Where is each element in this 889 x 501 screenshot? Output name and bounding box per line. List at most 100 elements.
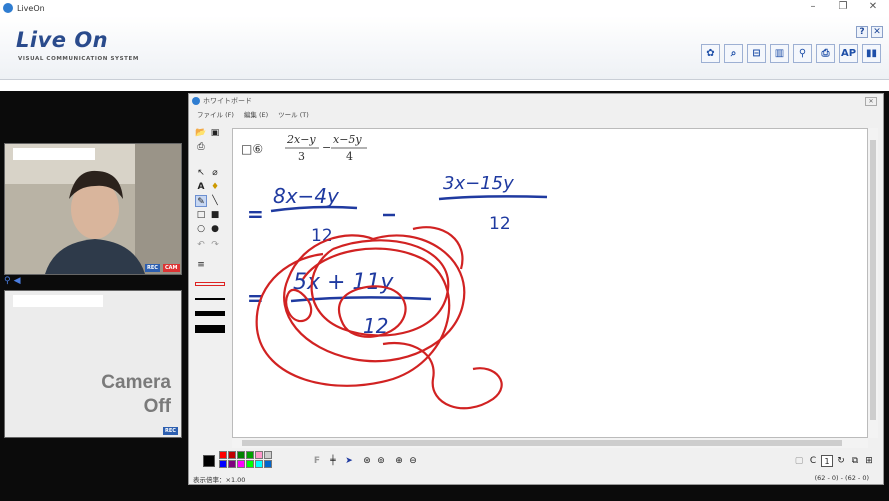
cam-badge: CAM	[163, 264, 180, 272]
whiteboard-title: ホワイトボード	[203, 97, 252, 105]
whiteboard-canvas[interactable]: □⑥ 2x−y 3 − x−5y 4 = 8x−4y 12 3x−15y 12 …	[232, 128, 868, 438]
undo-icon[interactable]: ↶	[195, 239, 207, 251]
open-folder-icon[interactable]: 📂	[195, 127, 207, 139]
line-width-3[interactable]	[195, 311, 225, 316]
color-swatch[interactable]	[228, 451, 236, 459]
liveon-logo: Live On	[16, 28, 109, 52]
stamp-icon[interactable]: ♦	[209, 181, 221, 193]
minimize-button[interactable]: –	[798, 0, 828, 16]
whiteboard-window: ホワイトボード ✕ ファイル (F) 編集 (E) ツール (T) 📂 ▣ ⎙ …	[188, 93, 884, 485]
canvas-horizontal-scrollbar[interactable]	[232, 438, 868, 448]
pointer-icon[interactable]: ➤	[343, 455, 355, 467]
page-clear-icon[interactable]: C	[807, 455, 819, 467]
cursor-coordinates: (62 - 0) - (62 - 0)	[814, 474, 869, 482]
whiteboard-bottom-toolbar: F ╪ ➤ ⊛ ⊚ ⊕ ⊖ ▢ C 1 ↻ ⧉ ⊞	[193, 451, 881, 473]
gear-icon[interactable]: ✿	[701, 44, 720, 63]
page-rotate-icon[interactable]: ↻	[835, 455, 847, 467]
bars-icon[interactable]: ▮▮	[862, 44, 881, 63]
restore-button[interactable]: ❐	[828, 0, 858, 16]
handwriting-layer: □⑥ 2x−y 3 − x−5y 4 = 8x−4y 12 3x−15y 12 …	[241, 133, 548, 410]
video1-controls: ⚲ ◀	[4, 275, 21, 287]
printed-fraction-a-denominator: 3	[298, 150, 305, 163]
select-arrow-icon[interactable]: ↖	[195, 167, 207, 179]
zoom-in-icon[interactable]: ⊕	[393, 455, 405, 467]
ellipse-icon[interactable]: ○	[195, 223, 207, 235]
color-swatch[interactable]	[219, 460, 227, 468]
rec-badge: REC	[163, 427, 178, 435]
color-swatch[interactable]	[255, 460, 263, 468]
pen-tool-icon[interactable]: ✎	[195, 195, 207, 207]
printed-minus: −	[322, 141, 331, 154]
participant-name-label	[13, 148, 95, 160]
hand-fraction-1-numerator: 8x−4y	[273, 184, 340, 208]
menu-lines-icon[interactable]: ≡	[195, 259, 207, 271]
page-add-icon[interactable]: ⊞	[863, 455, 875, 467]
camera-off-text: Camera Off	[101, 372, 171, 417]
ap-icon[interactable]: AP	[839, 44, 858, 63]
window-titlebar: LiveOn	[0, 0, 889, 16]
line-width-2[interactable]	[195, 298, 225, 300]
page-number-field[interactable]: 1	[821, 455, 833, 467]
save-icon[interactable]: ▣	[209, 127, 221, 139]
vertical-scroll-thumb[interactable]	[870, 140, 876, 420]
whiteboard-statusbar: 表示倍率：×1.00 (62 - 0) - (62 - 0)	[189, 472, 883, 484]
canvas-vertical-scrollbar[interactable]	[868, 128, 878, 438]
color-swatch[interactable]	[264, 460, 272, 468]
whiteboard-close-button[interactable]: ✕	[865, 97, 877, 106]
filled-rectangle-icon[interactable]: ■	[209, 209, 221, 221]
menu-edit[interactable]: 編集 (E)	[244, 109, 268, 119]
whiteboard-menubar: ファイル (F) 編集 (E) ツール (T)	[189, 108, 883, 120]
help-button[interactable]: ?	[856, 26, 868, 38]
whiteboard-tool-palette: 📂 ▣ ⎙ ↖ ⌀ A ♦ ✎ ╲ □ ■ ○ ● ↶ ↷ ≡	[193, 127, 229, 452]
redo-icon[interactable]: ↷	[209, 239, 221, 251]
color-swatch[interactable]	[246, 451, 254, 459]
participant-name-label	[13, 295, 103, 307]
header-close-button[interactable]: ✕	[871, 26, 883, 38]
color-swatch[interactable]	[219, 451, 227, 459]
document-icon[interactable]: ⎙	[816, 44, 835, 63]
close-window-button[interactable]: ✕	[858, 0, 888, 16]
rectangle-icon[interactable]: □	[195, 209, 207, 221]
color-swatch[interactable]	[264, 451, 272, 459]
zoom-fit-icon[interactable]: ⊛	[361, 455, 373, 467]
printed-fraction-b-numerator: x−5y	[333, 133, 362, 146]
zoom-out-icon[interactable]: ⊖	[407, 455, 419, 467]
speaker-icon[interactable]: ◀	[14, 276, 21, 286]
menu-tools[interactable]: ツール (T)	[278, 109, 309, 119]
zoom-icon[interactable]: ⚲	[793, 44, 812, 63]
filled-ellipse-icon[interactable]: ●	[209, 223, 221, 235]
chart-icon[interactable]: ▥	[770, 44, 789, 63]
grid-icon[interactable]: ╪	[327, 455, 339, 467]
color-swatch[interactable]	[228, 460, 236, 468]
color-swatch[interactable]	[237, 460, 245, 468]
zoom-level: 表示倍率：×1.00	[193, 476, 246, 484]
color-swatch[interactable]	[255, 451, 263, 459]
rec-badge: REC	[145, 264, 160, 272]
print-icon[interactable]: ⎙	[195, 141, 207, 153]
bookmark-icon[interactable]: ⊟	[747, 44, 766, 63]
color-swatch[interactable]	[237, 451, 245, 459]
text-tool-icon[interactable]: A	[195, 181, 207, 193]
line-width-4[interactable]	[195, 325, 225, 333]
app-header: Live On VISUAL COMMUNICATION SYSTEM ? ✕ …	[0, 16, 889, 80]
whiteboard-icon	[192, 97, 200, 105]
mic-icon[interactable]: ⚲	[4, 276, 11, 286]
line-width-thin-selected[interactable]	[195, 282, 225, 286]
font-icon[interactable]: F	[311, 455, 323, 467]
search-icon[interactable]: ⌕	[724, 44, 743, 63]
eraser-icon[interactable]: ⌀	[209, 167, 221, 179]
zoom-reset-icon[interactable]: ⊚	[375, 455, 387, 467]
line-tool-icon[interactable]: ╲	[209, 195, 221, 207]
menu-file[interactable]: ファイル (F)	[197, 109, 234, 119]
current-color-swatch[interactable]	[203, 455, 215, 467]
participant-video-1[interactable]: REC CAM	[4, 143, 182, 275]
whiteboard-titlebar: ホワイトボード	[189, 94, 883, 108]
logo-subtitle: VISUAL COMMUNICATION SYSTEM	[18, 56, 139, 62]
participant-video-2[interactable]: Camera Off REC	[4, 290, 182, 438]
page-copy-icon[interactable]: ⧉	[849, 455, 861, 467]
horizontal-scroll-thumb[interactable]	[242, 440, 842, 446]
participant-video-image	[5, 144, 181, 274]
printed-fraction-b-denominator: 4	[346, 150, 353, 163]
page-first-icon[interactable]: ▢	[793, 455, 805, 467]
color-swatch[interactable]	[246, 460, 254, 468]
